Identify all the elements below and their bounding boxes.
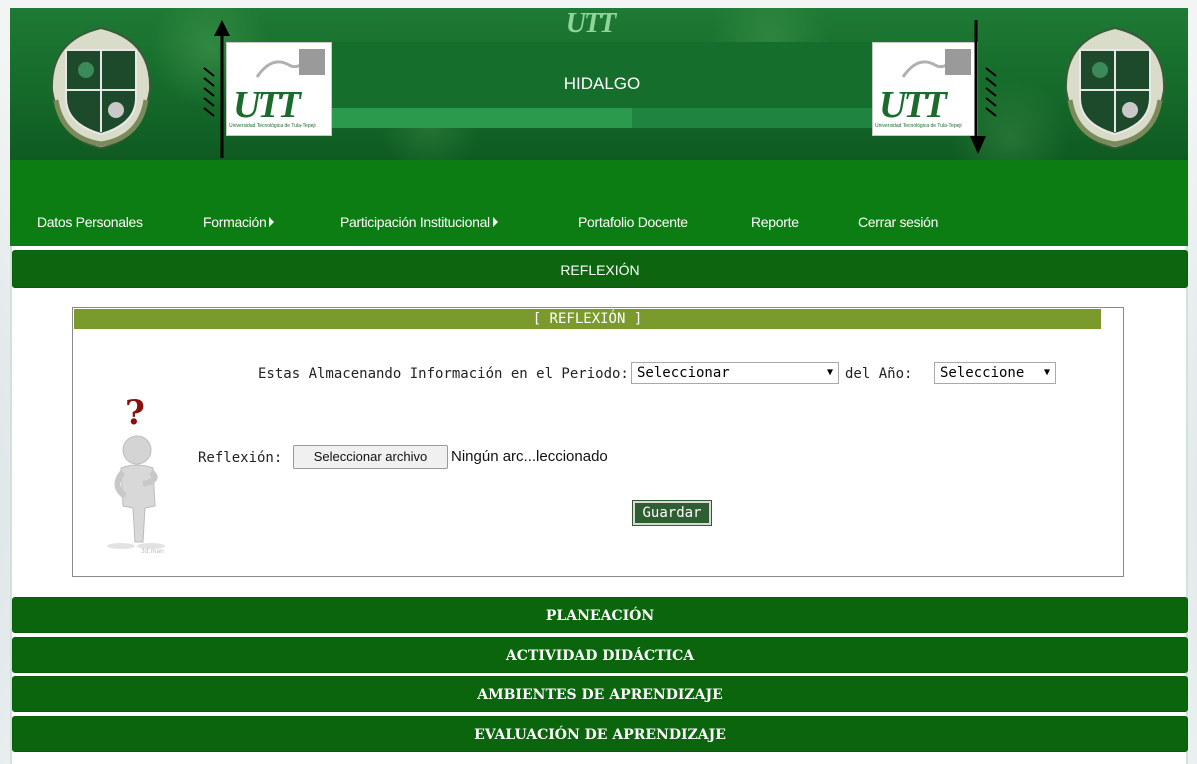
periodo-select[interactable]: Seleccionar ▼: [631, 362, 839, 384]
submenu-arrow-icon: [492, 217, 498, 227]
submenu-arrow-icon: [269, 217, 275, 227]
reflexion-form-panel: [ REFLEXIÓN ] Estas Almacenando Informac…: [72, 307, 1124, 577]
utt-logo-left: UTT Universidad Tecnológica de Tula-Tepe…: [226, 42, 332, 136]
page-title: HIDALGO: [563, 74, 641, 93]
accordion-reflexion-header[interactable]: REFLEXIÓN: [12, 250, 1188, 288]
file-status-text: Ningún arc...leccionado: [451, 448, 608, 465]
choose-file-button[interactable]: Seleccionar archivo: [293, 445, 448, 469]
logo-graphic-icon: [255, 49, 325, 78]
main-nav: Datos Personales Formación Participación…: [10, 160, 1188, 246]
nav-item-formacion[interactable]: Formación: [203, 214, 275, 230]
reflexion-label: Reflexión:: [198, 450, 283, 466]
periodo-label: Estas Almacenando Información en el Peri…: [258, 366, 629, 382]
nav-item-participacion-institucional[interactable]: Participación Institucional: [340, 214, 498, 230]
university-seal-left: [50, 26, 152, 150]
logo-graphic-icon: [901, 49, 971, 78]
brand-top-logo: UTT: [565, 8, 616, 39]
nav-item-portafolio-docente[interactable]: Portafolio Docente: [578, 214, 688, 230]
decorative-arrow-right: [970, 20, 997, 154]
accordion-planeacion-header[interactable]: PLANEACIÓN: [12, 597, 1188, 633]
thinking-person-icon: ? 3d.man: [107, 396, 165, 555]
save-button[interactable]: Guardar: [632, 500, 712, 526]
header-banner: UTT UTT Universidad Tecnológica de Tula-…: [10, 8, 1188, 160]
svg-text:3d.man: 3d.man: [141, 548, 164, 555]
anio-label: del Año:: [845, 366, 913, 382]
nav-item-reporte[interactable]: Reporte: [751, 214, 799, 230]
accordion-actividad-didactica-header[interactable]: ACTIVIDAD DIDÁCTICA: [12, 637, 1188, 673]
section-title: [ REFLEXIÓN ]: [74, 309, 1101, 329]
title-stripe: [632, 108, 872, 128]
title-band: HIDALGO: [332, 42, 872, 128]
nav-item-datos-personales[interactable]: Datos Personales: [37, 214, 143, 230]
title-stripe: [332, 108, 632, 128]
dropdown-arrow-icon: ▼: [826, 367, 833, 378]
anio-select[interactable]: Seleccione ▼: [934, 362, 1056, 384]
utt-logo-right: UTT Universidad Tecnológica de Tula-Tepe…: [872, 42, 978, 136]
accordion-evaluacion-aprendizaje-header[interactable]: EVALUACIÓN DE APRENDIZAJE: [12, 716, 1188, 752]
university-seal-right: [1064, 26, 1166, 150]
dropdown-arrow-icon: ▼: [1043, 367, 1050, 378]
accordion-ambientes-aprendizaje-header[interactable]: AMBIENTES DE APRENDIZAJE: [12, 676, 1188, 712]
svg-text:?: ?: [125, 396, 145, 433]
nav-item-cerrar-sesion[interactable]: Cerrar sesión: [858, 214, 938, 230]
